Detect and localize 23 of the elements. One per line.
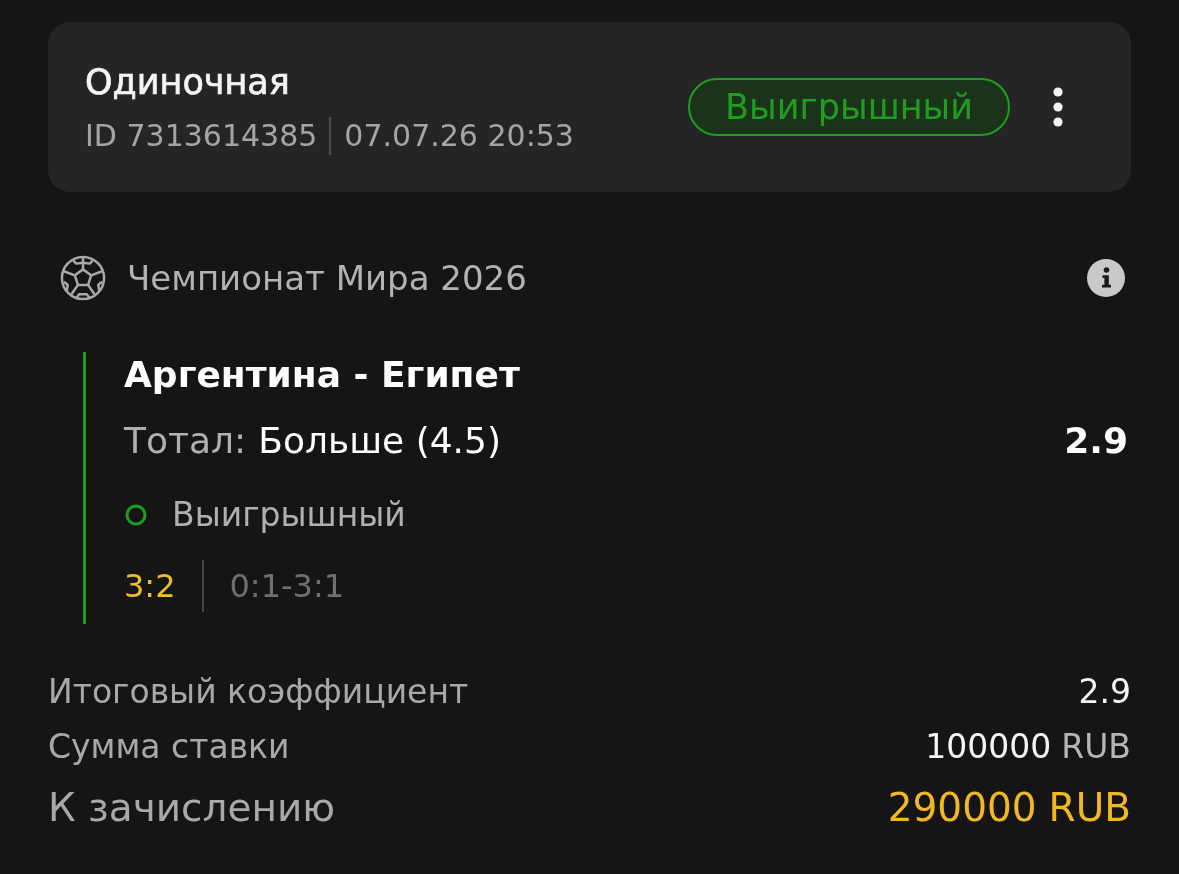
soccer-ball-icon (60, 255, 106, 301)
summary-value: 100000 (925, 727, 1052, 767)
selection-text: Больше (4.5) (258, 420, 501, 461)
bet-datetime-text: 07.07.26 20:53 (344, 116, 574, 155)
status-badge: Выигрышный (688, 78, 1010, 136)
score-progression: 0:1-3:1 (229, 566, 345, 606)
final-score: 3:2 (124, 566, 176, 606)
market-label: Тотал: (124, 420, 247, 461)
summary-label: К зачислению (48, 784, 336, 832)
summary-value: 290000 (887, 784, 1037, 832)
odds-value: 2.9 (1064, 419, 1128, 463)
tournament-name: Чемпионат Мира 2026 (127, 257, 528, 299)
bet-type-title: Одиночная (85, 60, 291, 104)
currency-text: RUB (1048, 784, 1131, 832)
summary-value: 2.9 (1078, 672, 1131, 712)
summary-label: Сумма ставки (48, 727, 290, 767)
info-icon[interactable] (1087, 259, 1125, 297)
currency-text: RUB (1061, 727, 1131, 767)
more-menu-icon[interactable] (1052, 87, 1064, 127)
match-title: Аргентина - Египет (124, 353, 521, 397)
summary-label: Итоговый коэффициент (48, 672, 469, 712)
bet-id-text: ID 7313614385 (85, 116, 318, 155)
result-text: Выигрышный (172, 494, 406, 536)
